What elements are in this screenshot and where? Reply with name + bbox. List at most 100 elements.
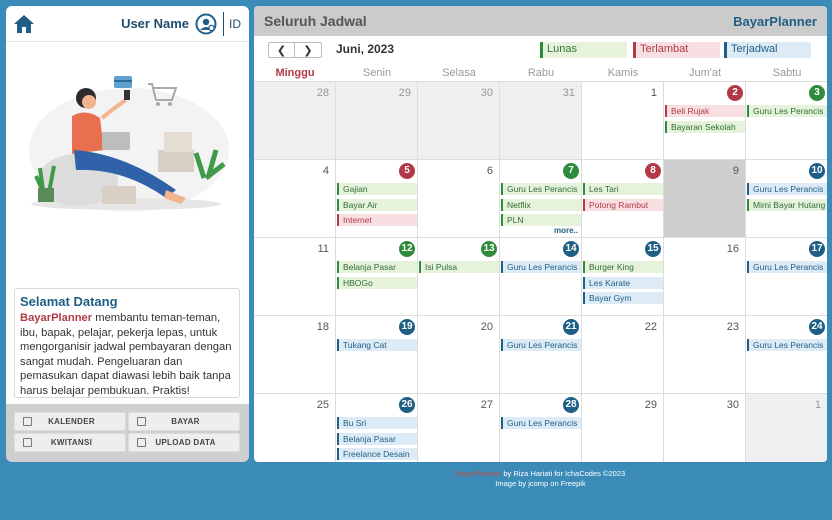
next-month-button[interactable]: ❯ xyxy=(295,42,322,58)
day-cell[interactable]: 17 Guru Les Perancis xyxy=(746,238,827,316)
day-cell[interactable]: 21 Guru Les Perancis xyxy=(500,316,582,394)
day-cell[interactable]: 27 xyxy=(418,394,500,462)
event-item[interactable]: Freelance Desain xyxy=(337,448,417,460)
day-cell[interactable]: 18 xyxy=(254,316,336,394)
day-cell[interactable]: 24 Guru Les Perancis xyxy=(746,316,827,394)
weekday-label: Selasa xyxy=(442,67,476,79)
event-item[interactable]: Guru Les Perancis xyxy=(747,261,827,273)
event-item[interactable]: PLN xyxy=(501,214,581,226)
welcome-text: BayarPlanner membantu teman-teman, ibu, … xyxy=(20,311,234,398)
event-item[interactable]: Guru Les Perancis xyxy=(501,339,581,351)
language-toggle[interactable]: ID xyxy=(229,17,241,31)
day-cell[interactable]: 19 Tukang Cat xyxy=(336,316,418,394)
day-number: 22 xyxy=(644,321,657,333)
bayar-button[interactable]: BAYAR xyxy=(128,412,240,431)
event-item[interactable]: Guru Les Perancis xyxy=(747,183,827,195)
day-cell[interactable]: 15 Burger King Les Karate Bayar Gym xyxy=(582,238,664,316)
username-label[interactable]: User Name xyxy=(121,16,189,31)
day-cell[interactable]: 5 Gajian Bayar Air Internet xyxy=(336,160,418,238)
legend-terjadwal: Terjadwal xyxy=(724,42,811,58)
day-cell[interactable]: 6 xyxy=(418,160,500,238)
day-cell[interactable]: 20 xyxy=(418,316,500,394)
prev-month-button[interactable]: ❮ xyxy=(268,42,295,58)
event-item[interactable]: Les Karate xyxy=(583,276,663,289)
day-cell[interactable]: 12 Belanja Pasar HBOGo xyxy=(336,238,418,316)
day-cell[interactable]: 23 xyxy=(664,316,746,394)
event-item[interactable]: Potong Rambut xyxy=(583,198,663,211)
upload-data-button[interactable]: UPLOAD DATA xyxy=(128,433,240,452)
event-list: Guru Les Perancis xyxy=(501,261,581,277)
day-cell[interactable]: 22 xyxy=(582,316,664,394)
kalender-label: KALENDER xyxy=(48,417,95,426)
day-number: 6 xyxy=(486,165,493,177)
day-cell[interactable]: 26 Bu Sri Belanja Pasar Freelance Desain xyxy=(336,394,418,462)
event-item[interactable]: Mimi Bayar Hutang xyxy=(747,198,827,211)
day-number: 29 xyxy=(644,399,657,411)
event-item[interactable]: Gajian xyxy=(337,183,417,195)
event-item[interactable]: Belanja Pasar xyxy=(337,261,417,273)
day-cell[interactable]: 29 xyxy=(336,82,418,160)
day-number: 11 xyxy=(317,243,329,255)
event-item[interactable]: Belanja Pasar xyxy=(337,432,417,445)
event-item[interactable]: Bu Sri xyxy=(337,417,417,429)
day-cell[interactable]: 1 xyxy=(582,82,664,160)
day-number: 28 xyxy=(316,87,329,99)
event-item[interactable]: Guru Les Perancis xyxy=(747,105,827,117)
day-cell[interactable]: 3 Guru Les Perancis xyxy=(746,82,827,160)
event-item[interactable]: Bayar Air xyxy=(337,198,417,211)
welcome-title: Selamat Datang xyxy=(20,294,118,309)
event-item[interactable]: Tukang Cat xyxy=(337,339,417,351)
day-cell[interactable]: 11 xyxy=(254,238,336,316)
day-cell[interactable]: 8 Les Tari Potong Rambut xyxy=(582,160,664,238)
day-cell[interactable]: 29 xyxy=(582,394,664,462)
day-cell[interactable]: 13 Isi Pulsa xyxy=(418,238,500,316)
day-cell[interactable]: 9 xyxy=(664,160,746,238)
event-list: Beli Rujak Bayaran Sekolah xyxy=(665,105,745,136)
day-cell[interactable]: 25 xyxy=(254,394,336,462)
kalender-button[interactable]: KALENDER xyxy=(14,412,126,431)
day-number: 16 xyxy=(726,243,739,255)
event-item[interactable]: HBOGo xyxy=(337,276,417,289)
event-item[interactable]: Isi Pulsa xyxy=(419,261,499,273)
day-cell[interactable]: 10 Guru Les Perancis Mimi Bayar Hutang xyxy=(746,160,827,238)
event-item[interactable]: Bayar Gym xyxy=(583,292,663,304)
day-cell[interactable]: 28 xyxy=(254,82,336,160)
event-item[interactable]: Beli Rujak xyxy=(665,105,745,117)
day-cell[interactable]: 1 xyxy=(746,394,827,462)
day-number: 26 xyxy=(399,397,415,413)
event-item[interactable]: Guru Les Perancis xyxy=(747,339,827,351)
calendar-header: Seluruh Jadwal BayarPlanner xyxy=(254,6,827,36)
welcome-brand: BayarPlanner xyxy=(20,312,93,324)
footer-brand: BayarPlanner xyxy=(455,469,502,478)
day-cell[interactable]: 31 xyxy=(500,82,582,160)
more-link[interactable]: more.. xyxy=(554,226,578,235)
event-item[interactable]: Guru Les Perancis xyxy=(501,261,581,273)
user-settings-icon[interactable] xyxy=(195,13,217,35)
left-panel: User Name ID Selamat Datang BayarPlanner… xyxy=(6,6,249,462)
footer-line1: by Riza Hariati for IchaCodes ©2023 xyxy=(501,469,626,478)
calendar-panel: Seluruh Jadwal BayarPlanner ❮ ❯ Juni, 20… xyxy=(254,6,827,462)
day-cell[interactable]: 2 Beli Rujak Bayaran Sekolah xyxy=(664,82,746,160)
event-item[interactable]: Bayaran Sekolah xyxy=(665,120,745,133)
event-item[interactable]: Netflix xyxy=(501,198,581,211)
month-grid: 28 29 30 31 1 2 Beli Rujak Bayaran Sekolah 3 Guru… xyxy=(254,82,827,462)
day-cell[interactable]: 30 xyxy=(664,394,746,462)
event-item[interactable]: Les Tari xyxy=(583,183,663,195)
event-list: Guru Les Perancis Mimi Bayar Hutang xyxy=(747,183,827,214)
day-cell[interactable]: 16 xyxy=(664,238,746,316)
day-cell[interactable]: 30 xyxy=(418,82,500,160)
day-cell[interactable]: 28 Guru Les Perancis xyxy=(500,394,582,462)
receipt-icon xyxy=(23,438,32,447)
day-cell[interactable]: 4 xyxy=(254,160,336,238)
event-item[interactable]: Guru Les Perancis xyxy=(501,183,581,195)
day-cell[interactable]: 14 Guru Les Perancis xyxy=(500,238,582,316)
day-number: 31 xyxy=(562,87,575,99)
event-item[interactable]: Guru Les Perancis xyxy=(501,417,581,429)
event-item[interactable]: Burger King xyxy=(583,261,663,273)
home-icon[interactable] xyxy=(12,12,36,36)
day-number: 2 xyxy=(727,85,743,101)
event-item[interactable]: Internet xyxy=(337,214,417,226)
kwitansi-button[interactable]: KWITANSI xyxy=(14,433,126,452)
event-list: Guru Les Perancis xyxy=(501,417,581,433)
day-cell[interactable]: 7 Guru Les Perancis Netflix PLN more.. xyxy=(500,160,582,238)
